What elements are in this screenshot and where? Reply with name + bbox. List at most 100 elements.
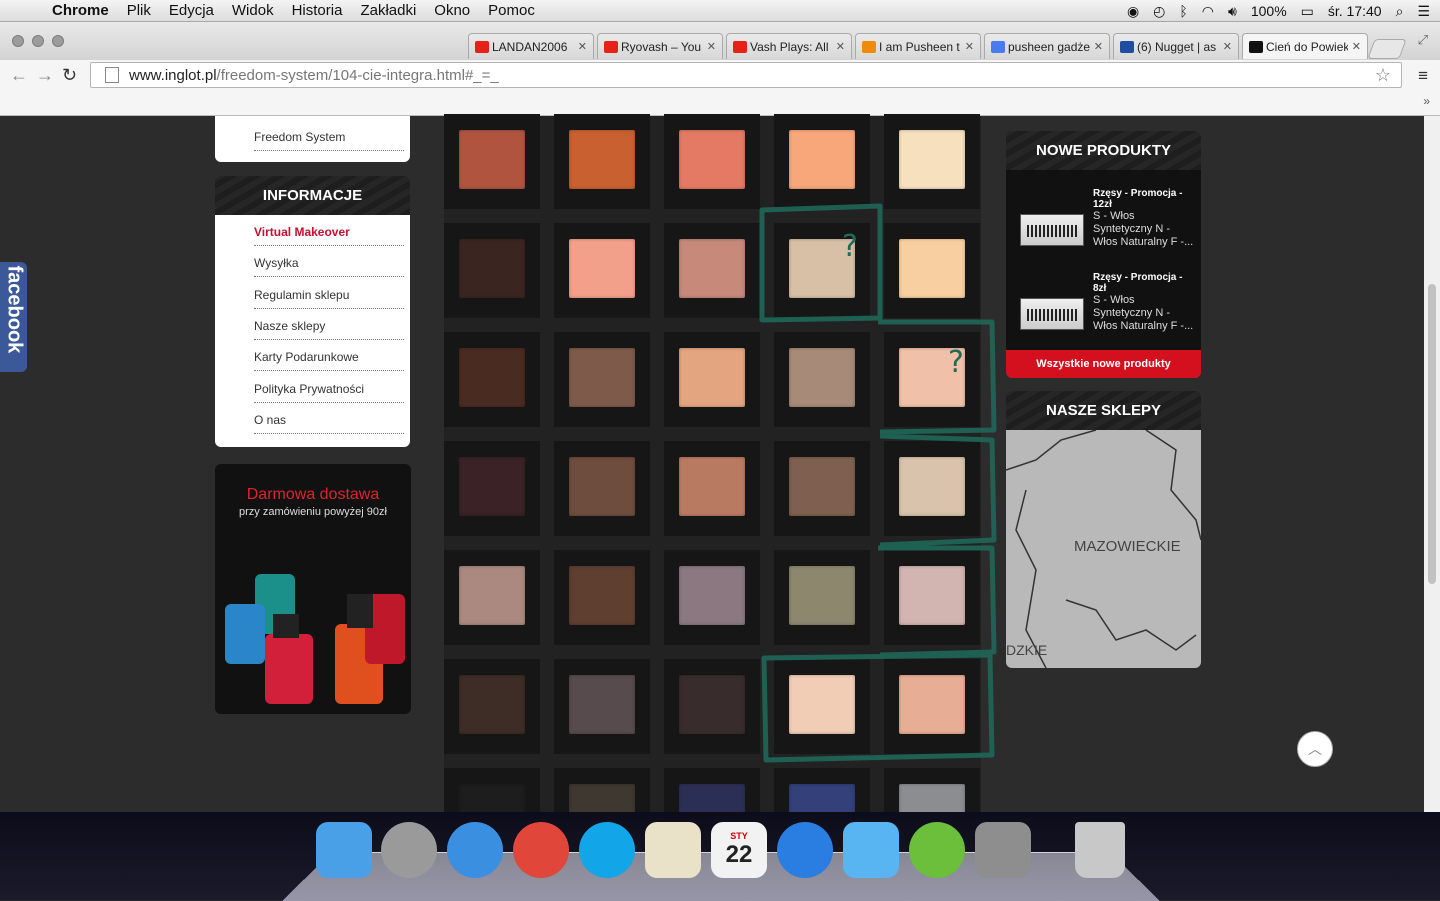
eyeshadow-swatch[interactable]	[789, 239, 855, 298]
menu-zakladki[interactable]: Zakładki	[360, 2, 416, 19]
facebook-side-tab[interactable]: facebook	[0, 262, 27, 372]
close-tab-icon[interactable]: ✕	[1352, 40, 1361, 53]
palette-cell[interactable]	[554, 550, 650, 645]
finder-icon[interactable]	[316, 822, 372, 878]
eyeshadow-swatch[interactable]	[789, 348, 855, 407]
tab[interactable]: Cień do Powiek ✕	[1242, 33, 1368, 59]
chrome-icon[interactable]	[513, 822, 569, 878]
palette-cell[interactable]	[554, 332, 650, 427]
sidebar-item[interactable]: Polityka Prywatności	[254, 382, 404, 403]
palette-cell[interactable]	[884, 441, 980, 536]
tab[interactable]: (6) Nugget | as ✕	[1113, 33, 1239, 59]
product-title[interactable]: Rzęsy - Promocja - 8zł	[1093, 272, 1193, 294]
new-tab-button[interactable]	[1367, 39, 1407, 59]
tab[interactable]: LANDAN2006 ✕	[468, 33, 594, 59]
close-tab-icon[interactable]: ✕	[578, 40, 587, 53]
utorrent-icon[interactable]	[909, 822, 965, 878]
eyeshadow-swatch[interactable]	[789, 675, 855, 734]
palette-cell[interactable]	[664, 441, 760, 536]
close-tab-icon[interactable]: ✕	[1223, 40, 1232, 53]
tab[interactable]: pusheen gadże ✕	[984, 33, 1110, 59]
menu-app-name[interactable]: Chrome	[52, 2, 109, 19]
eyeshadow-swatch[interactable]	[569, 675, 635, 734]
battery-percent[interactable]: 100%	[1251, 3, 1287, 19]
textedit-icon[interactable]	[645, 822, 701, 878]
close-window-button[interactable]	[12, 35, 24, 47]
close-tab-icon[interactable]: ✕	[1094, 40, 1103, 53]
palette-cell[interactable]	[444, 223, 540, 318]
eyeshadow-swatch[interactable]	[569, 348, 635, 407]
eyeshadow-swatch[interactable]	[459, 130, 525, 189]
menu-widok[interactable]: Widok	[232, 2, 274, 19]
eyeshadow-swatch[interactable]	[459, 675, 525, 734]
palette-cell[interactable]	[444, 441, 540, 536]
close-tab-icon[interactable]: ✕	[707, 40, 716, 53]
palette-cell[interactable]	[774, 223, 870, 318]
menu-edycja[interactable]: Edycja	[169, 2, 214, 19]
status-icon[interactable]: ◉	[1127, 3, 1139, 20]
messages-icon[interactable]	[843, 822, 899, 878]
eyeshadow-swatch[interactable]	[679, 675, 745, 734]
eyeshadow-swatch[interactable]	[679, 457, 745, 516]
system-preferences-icon[interactable]	[975, 822, 1031, 878]
eyeshadow-swatch[interactable]	[899, 130, 965, 189]
product-title[interactable]: Rzęsy - Promocja - 12zł	[1093, 188, 1193, 210]
palette-cell[interactable]	[774, 550, 870, 645]
eyeshadow-swatch[interactable]	[899, 457, 965, 516]
palette-cell[interactable]	[884, 223, 980, 318]
palette-cell[interactable]	[554, 441, 650, 536]
palette-cell[interactable]	[774, 332, 870, 427]
sidebar-item[interactable]: O nas	[254, 413, 404, 434]
close-tab-icon[interactable]: ✕	[965, 40, 974, 53]
itunes-icon[interactable]	[447, 822, 503, 878]
volume-icon[interactable]: 🔊︎	[1228, 3, 1237, 20]
sidebar-item[interactable]: Nasze sklepy	[254, 319, 404, 340]
trash-icon[interactable]	[1075, 822, 1125, 878]
page-scrollbar[interactable]	[1424, 116, 1440, 812]
battery-icon[interactable]: ▭	[1301, 3, 1314, 20]
launchpad-icon[interactable]	[381, 822, 437, 878]
fullscreen-icon[interactable]: ⤢	[1418, 32, 1428, 48]
palette-cell[interactable]	[554, 114, 650, 209]
palette-cell[interactable]	[444, 659, 540, 754]
wifi-icon[interactable]: ◠	[1202, 3, 1214, 20]
close-tab-icon[interactable]: ✕	[836, 40, 845, 53]
palette-cell[interactable]	[444, 332, 540, 427]
palette-cell[interactable]	[554, 659, 650, 754]
palette-cell[interactable]	[774, 441, 870, 536]
notification-center-icon[interactable]: ☰	[1417, 3, 1430, 20]
eyeshadow-swatch[interactable]	[899, 566, 965, 625]
eyeshadow-swatch[interactable]	[459, 348, 525, 407]
palette-cell[interactable]	[664, 223, 760, 318]
menu-pomoc[interactable]: Pomoc	[488, 2, 535, 19]
sidebar-item[interactable]: Karty Podarunkowe	[254, 350, 404, 372]
tab[interactable]: Ryovash – You ✕	[597, 33, 723, 59]
palette-cell[interactable]	[884, 659, 980, 754]
palette-cell[interactable]	[664, 659, 760, 754]
palette-cell[interactable]	[884, 332, 980, 427]
eyeshadow-swatch[interactable]	[899, 675, 965, 734]
product-item[interactable]: Rzęsy - Promocja - 12zł S - Włos Syntety…	[1006, 174, 1201, 254]
chrome-menu-icon[interactable]: ≡	[1418, 66, 1428, 86]
eyeshadow-swatch[interactable]	[679, 239, 745, 298]
product-item[interactable]: Rzęsy - Promocja - 8zł S - Włos Syntetyc…	[1006, 258, 1201, 338]
bookmarks-overflow-icon[interactable]: »	[1423, 94, 1430, 108]
palette-cell[interactable]	[664, 332, 760, 427]
eyeshadow-swatch[interactable]	[789, 130, 855, 189]
palette-cell[interactable]	[664, 550, 760, 645]
palette-cell[interactable]	[774, 114, 870, 209]
tab[interactable]: I am Pusheen t ✕	[855, 33, 981, 59]
sidebar-item[interactable]: Wysyłka	[254, 256, 404, 278]
palette-cell[interactable]	[884, 550, 980, 645]
palette-cell[interactable]	[444, 550, 540, 645]
zoom-window-button[interactable]	[52, 35, 64, 47]
stores-map[interactable]: MAZOWIECKIE DZKIE	[1006, 430, 1201, 668]
eyeshadow-swatch[interactable]	[459, 239, 525, 298]
palette-cell[interactable]	[554, 223, 650, 318]
app-store-icon[interactable]	[777, 822, 833, 878]
eyeshadow-swatch[interactable]	[569, 239, 635, 298]
eyeshadow-swatch[interactable]	[569, 130, 635, 189]
sidebar-item-freedom-system[interactable]: Freedom System	[254, 130, 404, 151]
eyeshadow-swatch[interactable]	[789, 566, 855, 625]
calendar-icon[interactable]: STY 22	[711, 822, 767, 878]
